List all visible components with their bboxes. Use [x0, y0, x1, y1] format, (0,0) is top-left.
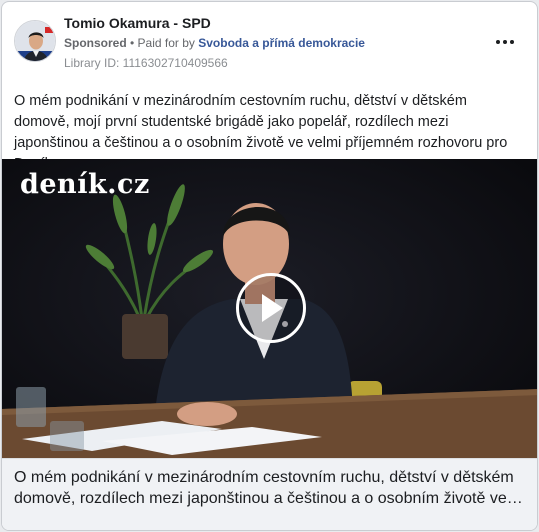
- paid-for-by-link[interactable]: Svoboda a přímá demokracie: [198, 36, 365, 50]
- page-name[interactable]: Tomio Okamura - SPD: [64, 15, 211, 31]
- library-id: Library ID: 1116302710409566: [64, 56, 228, 70]
- ad-card: Tomio Okamura - SPD Sponsored • Paid for…: [1, 1, 538, 531]
- separator: •: [126, 36, 138, 50]
- profile-picture: [15, 21, 55, 61]
- link-caption[interactable]: O mém podnikání v mezinárodním cestovním…: [2, 458, 537, 530]
- sponsored-label: Sponsored: [64, 36, 127, 50]
- caption-text: O mém podnikání v mezinárodním cestovním…: [14, 469, 523, 507]
- video-player[interactable]: deník.cz: [2, 159, 537, 458]
- avatar[interactable]: [14, 20, 56, 62]
- post-header: Tomio Okamura - SPD Sponsored • Paid for…: [2, 2, 537, 82]
- more-options-icon[interactable]: [493, 32, 517, 52]
- sponsorship-line: Sponsored • Paid for by Svoboda a přímá …: [64, 36, 365, 50]
- video-watermark: deník.cz: [20, 169, 150, 200]
- play-icon: [262, 294, 283, 322]
- play-button[interactable]: [236, 273, 306, 343]
- paid-for-prefix: Paid for by: [137, 36, 199, 50]
